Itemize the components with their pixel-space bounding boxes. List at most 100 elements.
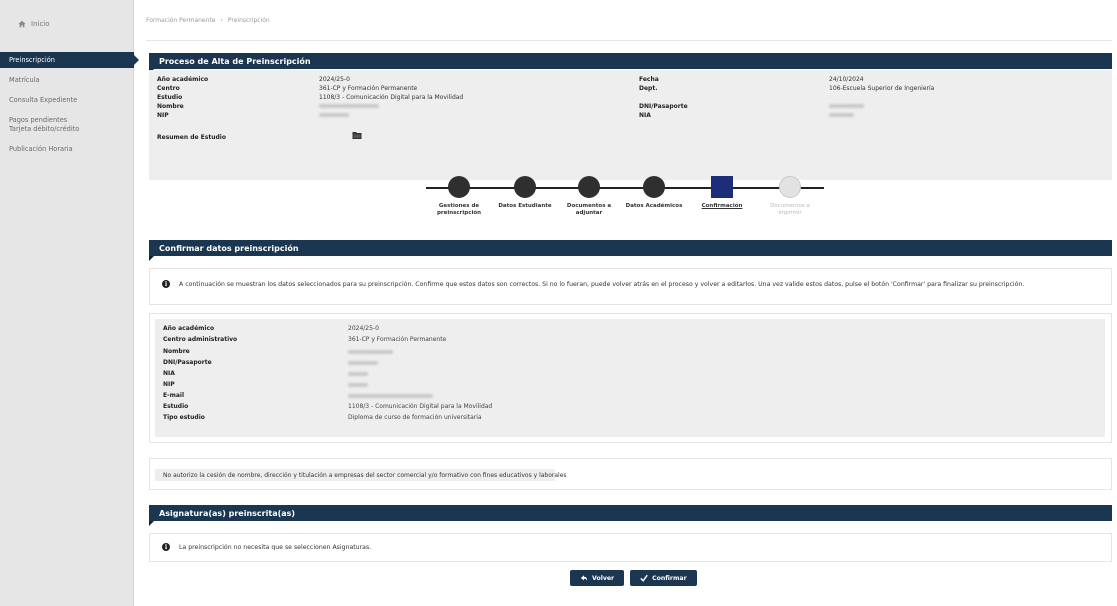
section-title: Confirmar datos preinscripción bbox=[159, 243, 299, 253]
redacted-value bbox=[829, 112, 854, 119]
redacted-value bbox=[319, 103, 379, 110]
step-label: Documentos a adjuntar bbox=[566, 203, 612, 216]
back-button[interactable]: Volver bbox=[570, 570, 625, 586]
check-icon bbox=[640, 574, 648, 582]
redacted-value bbox=[829, 103, 864, 110]
redacted-value bbox=[348, 372, 368, 376]
back-arrow-icon bbox=[580, 575, 588, 581]
field-label: Dept. bbox=[639, 85, 658, 92]
step-label: Datos Estudiante bbox=[498, 203, 552, 209]
field-label: NIA bbox=[639, 112, 651, 119]
details-row: DNI/Pasaporte bbox=[163, 359, 1103, 369]
redacted-value bbox=[348, 361, 378, 365]
confirm-info-box: i A continuación se muestran los datos s… bbox=[149, 268, 1112, 305]
info-text: La preinscripción no necesita que se sel… bbox=[179, 543, 372, 551]
progress-stepper: Gestiones de preinscripción Datos Estudi… bbox=[426, 172, 846, 232]
step-dot bbox=[514, 176, 536, 198]
sidebar-item-matricula[interactable]: Matrícula bbox=[0, 76, 134, 85]
redacted-value bbox=[348, 350, 393, 354]
details-row: Tipo estudio Diploma de curso de formació… bbox=[163, 414, 1103, 424]
breadcrumb-item[interactable]: Formación Permanente bbox=[146, 17, 215, 24]
step-confirmacion: Confirmación bbox=[692, 176, 752, 210]
step-label: Gestiones de preinscripción bbox=[436, 203, 482, 216]
home-icon bbox=[18, 20, 26, 28]
redacted-value bbox=[348, 383, 368, 387]
field-label: Estudio bbox=[157, 94, 183, 101]
sidebar-item-publicacion-horaria[interactable]: Publicación Horaria bbox=[0, 145, 134, 154]
field-value: 2024/25-0 bbox=[319, 76, 350, 83]
sidebar-item-label: Pagos pendientes Tarjeta débito/crédito bbox=[9, 116, 80, 133]
field-value: 106-Escuela Superior de Ingeniería bbox=[829, 85, 935, 92]
details-value: 361-CP y Formación Permanente bbox=[348, 336, 447, 343]
confirm-button-label: Confirmar bbox=[652, 574, 687, 582]
details-value: 1108/3 - Comunicación Digital para la Mo… bbox=[348, 403, 493, 410]
details-row: NIP bbox=[163, 381, 1103, 391]
step-datos-estudiante: Datos Estudiante bbox=[495, 176, 555, 210]
redacted-value bbox=[348, 394, 433, 398]
sidebar-nav: Preinscripción Matrícula Consulta Expedi… bbox=[0, 52, 139, 154]
details-row: Centro administrativo 361-CP y Formación … bbox=[163, 336, 1103, 346]
details-label: Año académico bbox=[163, 325, 215, 332]
field-label: DNI/Pasaporte bbox=[639, 103, 688, 110]
page-title: Proceso de Alta de Preinscripción bbox=[159, 56, 311, 66]
step-dot bbox=[578, 176, 600, 198]
details-label: NIP bbox=[163, 381, 175, 388]
details-label: DNI/Pasaporte bbox=[163, 359, 212, 366]
step-datos-academicos: Datos Académicos bbox=[624, 176, 684, 210]
details-row: NIA bbox=[163, 370, 1103, 380]
confirm-details: Año académico 2024/25-0 Centro administra… bbox=[149, 313, 1112, 443]
field-label: Nombre bbox=[157, 103, 184, 110]
step-dot-pending bbox=[779, 176, 801, 198]
details-value: Diploma de curso de formación universita… bbox=[348, 414, 482, 421]
field-label: Resumen de Estudio bbox=[157, 134, 226, 141]
sidebar-item-label: Matrícula bbox=[9, 76, 40, 84]
step-dot bbox=[448, 176, 470, 198]
process-title-bar: Proceso de Alta de Preinscripción bbox=[149, 53, 1112, 74]
details-row: E-mail bbox=[163, 392, 1103, 402]
info-icon: i bbox=[162, 543, 170, 551]
details-label: Tipo estudio bbox=[163, 414, 205, 421]
field-value: 361-CP y Formación Permanente bbox=[319, 85, 418, 92]
confirm-title-bar: Confirmar datos preinscripción bbox=[149, 240, 1112, 261]
breadcrumb-separator: › bbox=[220, 17, 223, 24]
info-icon: i bbox=[162, 280, 170, 288]
step-label: Confirmación bbox=[701, 203, 743, 209]
subjects-info-box: i La preinscripción no necesita que se s… bbox=[149, 533, 1112, 562]
section-title: Asignatura(as) preinscrita(as) bbox=[159, 508, 296, 518]
details-label: Nombre bbox=[163, 348, 190, 355]
breadcrumb: Formación Permanente › Preinscripción bbox=[146, 17, 270, 24]
info-text: A continuación se muestran los datos sel… bbox=[179, 280, 1025, 288]
sidebar-item-pagos-pendientes[interactable]: Pagos pendientes Tarjeta débito/crédito bbox=[0, 116, 100, 134]
consent-text: No autorizo la cesión de nombre, direcci… bbox=[155, 469, 567, 481]
step-documentos-adjuntar: Documentos a adjuntar bbox=[559, 176, 619, 217]
field-value: 24/10/2024 bbox=[829, 76, 864, 83]
sidebar-item-consulta-expediente[interactable]: Consulta Expediente bbox=[0, 96, 134, 105]
details-row: Estudio 1108/3 - Comunicación Digital par… bbox=[163, 403, 1103, 413]
step-dot-current bbox=[711, 176, 733, 198]
sidebar: Inicio Preinscripción Matrícula Consulta… bbox=[0, 0, 139, 606]
action-buttons: Volver Confirmar bbox=[570, 570, 697, 586]
subjects-title-bar: Asignatura(as) preinscrita(as) bbox=[149, 505, 1112, 526]
step-documentos-imprimir: Documentos a imprimir bbox=[760, 176, 820, 217]
details-row: Año académico 2024/25-0 bbox=[163, 325, 1103, 335]
field-label: Centro bbox=[157, 85, 180, 92]
field-value: 1108/3 - Comunicación Digital para la Mo… bbox=[319, 94, 464, 101]
divider bbox=[146, 40, 1112, 41]
step-dot bbox=[643, 176, 665, 198]
field-label: Año académico bbox=[157, 76, 209, 83]
sidebar-item-preinscripcion[interactable]: Preinscripción bbox=[0, 52, 139, 68]
confirm-button[interactable]: Confirmar bbox=[630, 570, 697, 586]
sidebar-item-label: Consulta Expediente bbox=[9, 96, 78, 104]
step-label: Datos Académicos bbox=[625, 203, 683, 209]
folder-icon[interactable] bbox=[352, 130, 362, 142]
field-label: NIP bbox=[157, 112, 169, 119]
field-label: Fecha bbox=[639, 76, 659, 83]
info-message: i La preinscripción no necesita que se s… bbox=[162, 543, 1111, 551]
sidebar-item-label: Publicación Horaria bbox=[9, 145, 73, 153]
consent-box: No autorizo la cesión de nombre, direcci… bbox=[149, 458, 1112, 490]
sidebar-item-label: Preinscripción bbox=[9, 55, 55, 64]
step-label: Documentos a imprimir bbox=[770, 203, 810, 216]
details-label: Estudio bbox=[163, 403, 189, 410]
step-gestiones: Gestiones de preinscripción bbox=[429, 176, 489, 217]
home-link[interactable]: Inicio bbox=[18, 20, 50, 28]
